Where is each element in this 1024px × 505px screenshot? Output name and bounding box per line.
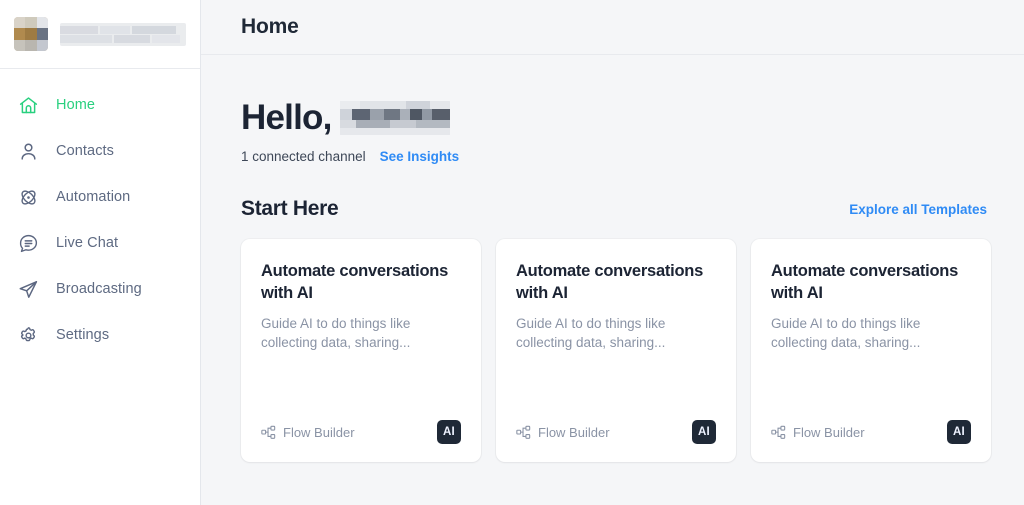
content-area: Hello, 1 connected channel See Insights … [201,55,1024,505]
card-title: Automate conversations with AI [261,262,449,302]
gear-icon [17,324,39,346]
card-description: Guide AI to do things like collecting da… [261,315,411,350]
home-icon [17,94,39,116]
atom-icon [17,186,39,208]
greeting-row: Hello, [241,100,988,135]
sidebar-item-label: Broadcasting [56,280,142,297]
card-description: Guide AI to do things like collecting da… [771,315,921,350]
template-card[interactable]: Automate conversations with AI Guide AI … [496,239,736,462]
flow-builder-icon [516,425,531,440]
flow-builder-icon [261,425,276,440]
sidebar-item-live-chat[interactable]: Live Chat [0,227,200,259]
start-here-header: Start Here Explore all Templates [241,197,988,221]
card-title: Automate conversations with AI [516,262,704,302]
sidebar-item-label: Automation [56,188,131,205]
workspace-name-redacted [60,22,186,46]
sidebar-nav: Home Contacts Automation Live Chat Broad… [0,69,200,365]
sidebar-item-broadcasting[interactable]: Broadcasting [0,273,200,305]
card-footer: Flow Builder AI [261,420,461,444]
sidebar-item-automation[interactable]: Automation [0,181,200,213]
sidebar-item-label: Contacts [56,142,115,159]
user-name-redacted [339,100,450,135]
ai-badge: AI [437,420,461,444]
sidebar-item-home[interactable]: Home [0,89,200,121]
card-description: Guide AI to do things like collecting da… [516,315,666,350]
explore-all-templates-link[interactable]: Explore all Templates [849,202,987,217]
sidebar-item-contacts[interactable]: Contacts [0,135,200,167]
main-content: Home Hello, 1 connected channel See Insi… [201,0,1024,505]
card-footer: Flow Builder AI [516,420,716,444]
sidebar-item-settings[interactable]: Settings [0,319,200,351]
card-meta-label: Flow Builder [538,424,610,440]
sidebar: Home Contacts Automation Live Chat Broad… [0,0,201,505]
card-footer: Flow Builder AI [771,420,971,444]
sidebar-item-label: Live Chat [56,234,119,251]
card-meta: Flow Builder [261,425,355,440]
ai-badge: AI [947,420,971,444]
greeting-text: Hello, [241,98,332,137]
paper-plane-icon [17,278,39,300]
card-title: Automate conversations with AI [771,262,959,302]
page-title: Home [241,15,299,38]
card-meta-label: Flow Builder [283,424,355,440]
section-title: Start Here [241,197,339,220]
chat-bubble-icon [17,232,39,254]
card-meta-label: Flow Builder [793,424,865,440]
template-card[interactable]: Automate conversations with AI Guide AI … [751,239,991,462]
flow-builder-icon [771,425,786,440]
template-card[interactable]: Automate conversations with AI Guide AI … [241,239,481,462]
sidebar-item-label: Home [56,96,96,113]
card-meta: Flow Builder [516,425,610,440]
hero-subtitle-row: 1 connected channel See Insights [241,149,988,164]
card-meta: Flow Builder [771,425,865,440]
app-root: Home Contacts Automation Live Chat Broad… [0,0,1024,505]
connected-channel-count: 1 connected channel [241,149,366,164]
see-insights-link[interactable]: See Insights [380,149,460,164]
sidebar-item-label: Settings [56,326,110,343]
ai-badge: AI [692,420,716,444]
workspace-switcher[interactable] [0,0,200,69]
template-card-list: Automate conversations with AI Guide AI … [241,239,991,462]
top-bar: Home [201,0,1024,55]
user-icon [17,140,39,162]
workspace-avatar-redacted-icon [14,17,48,51]
